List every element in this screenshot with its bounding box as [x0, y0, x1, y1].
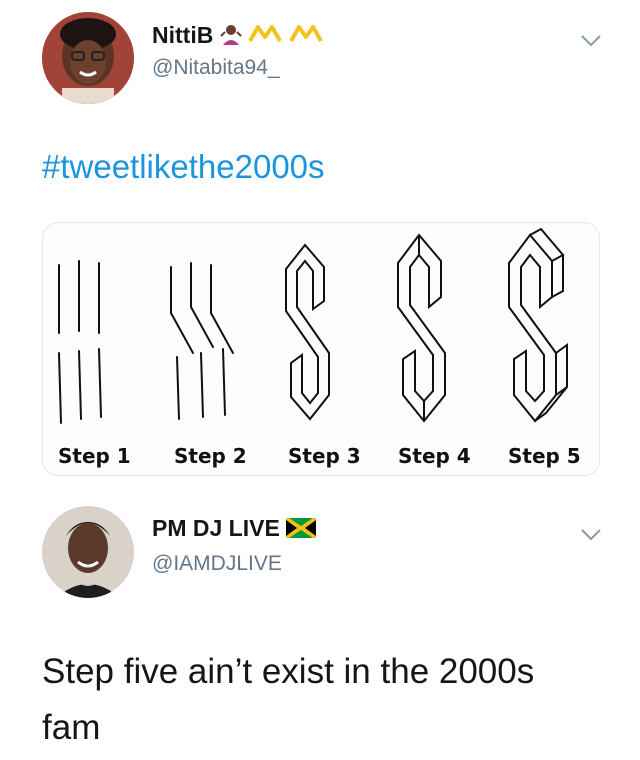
jamaica-flag-icon: [286, 517, 317, 544]
avatar[interactable]: [42, 506, 134, 598]
display-name[interactable]: PM DJ LIVE: [152, 515, 317, 544]
chevron-down-icon[interactable]: [580, 528, 602, 542]
tweet-2: PM DJ LIVE @IAMDJLIVE Step five ain’t ex…: [0, 0, 640, 760]
username[interactable]: @IAMDJLIVE: [152, 552, 282, 576]
tweet-text: Step five ain’t exist in the 2000s fam: [42, 652, 535, 747]
